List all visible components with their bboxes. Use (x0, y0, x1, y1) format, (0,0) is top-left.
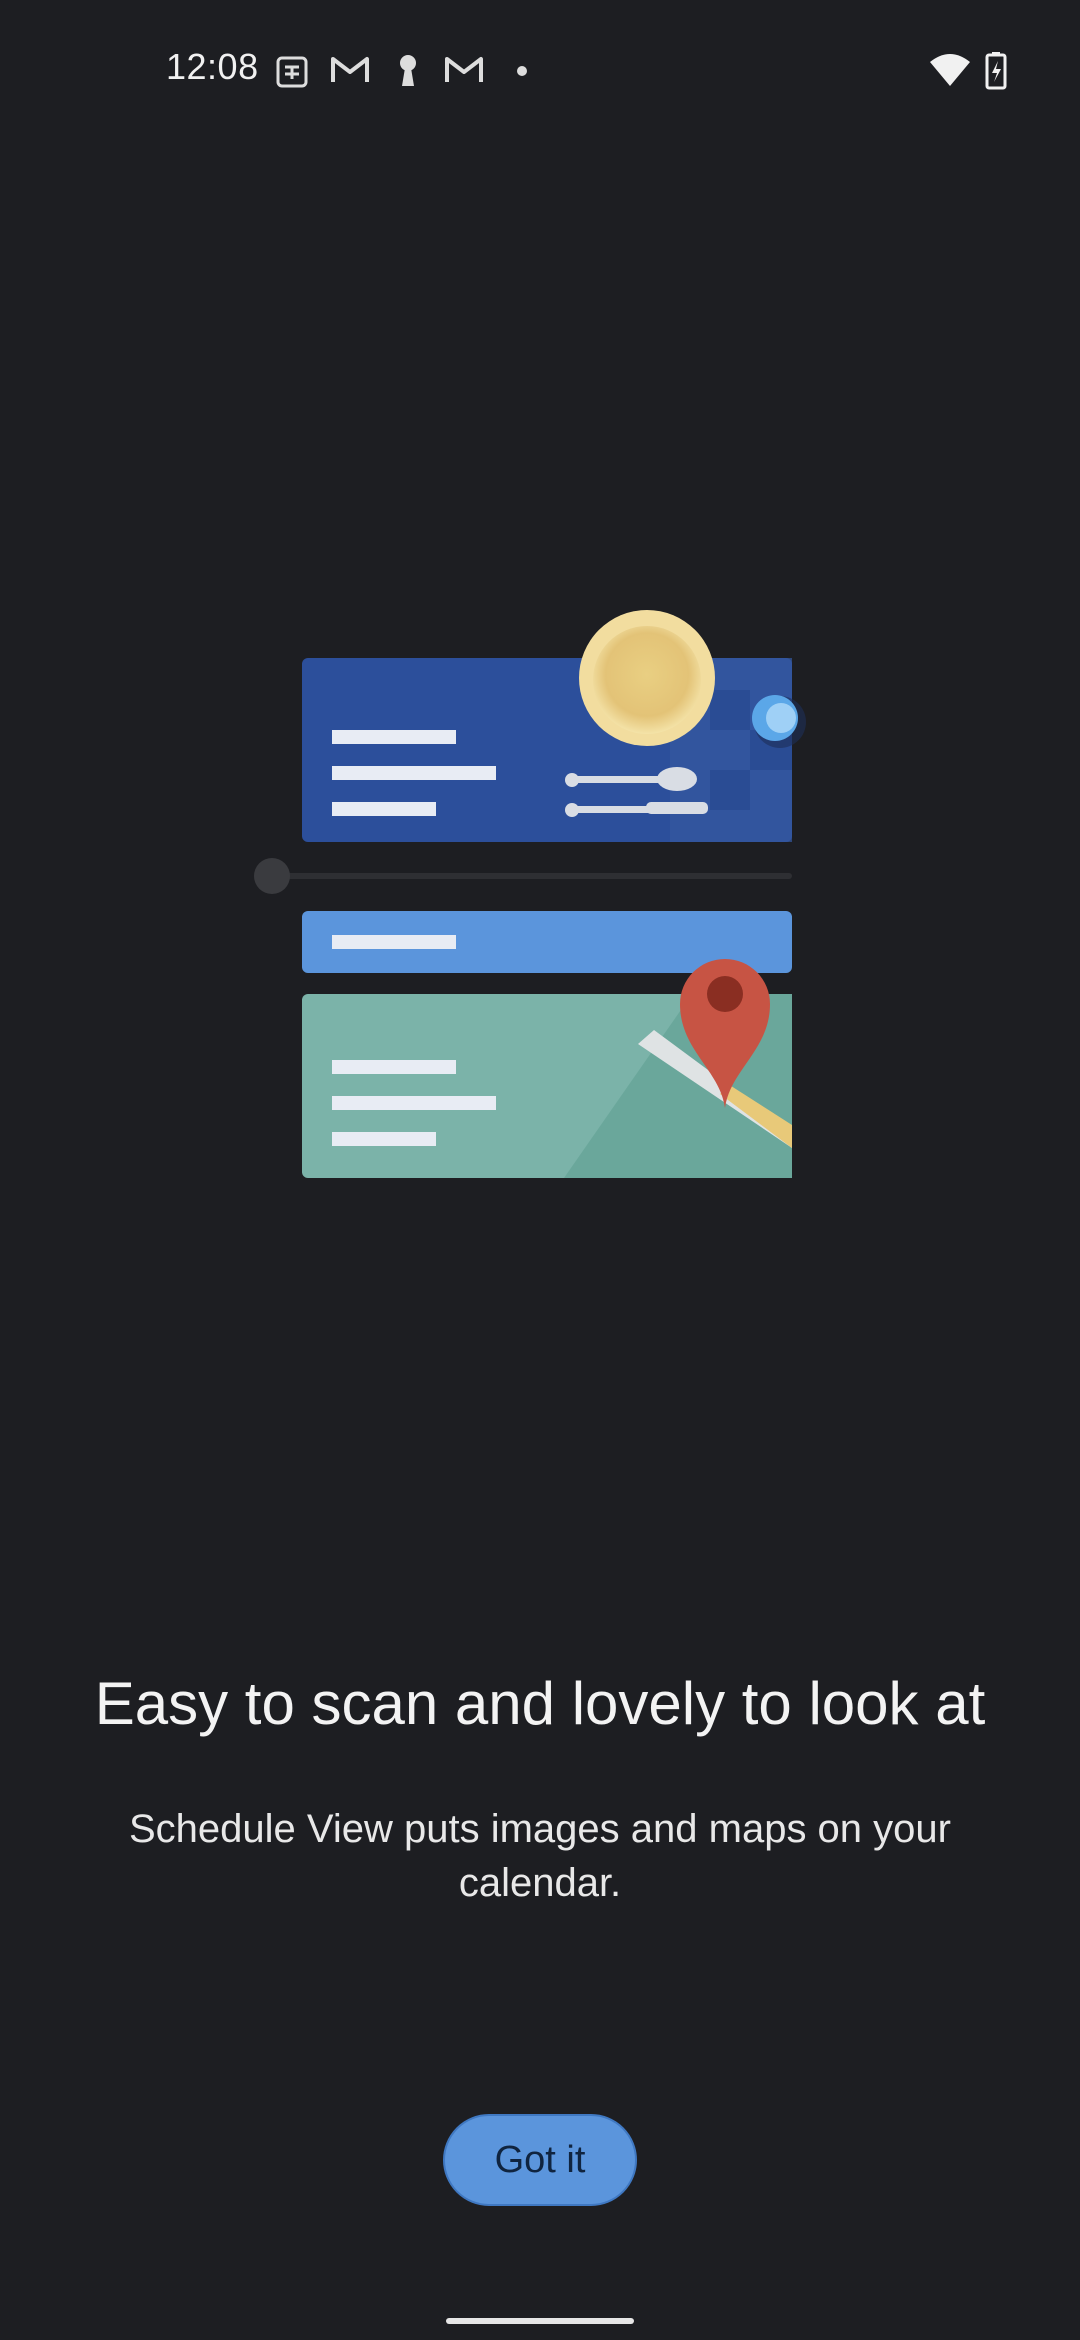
gmail-icon (328, 50, 372, 90)
dot-icon (512, 50, 532, 90)
got-it-button[interactable]: Got it (443, 2114, 637, 2206)
status-time: 12:08 (166, 46, 259, 87)
keyhole-icon (388, 50, 428, 90)
plate-icon (579, 610, 715, 746)
schedule-view-illustration (250, 600, 830, 1200)
battery-charging-icon (984, 50, 1008, 90)
gmail-icon (442, 50, 486, 90)
calendar-notification-icon (272, 50, 312, 90)
page-title: Easy to scan and lovely to look at (94, 1670, 986, 1737)
food-event-card (302, 658, 792, 842)
status-bar: 12:08 (0, 0, 1080, 140)
timeline-divider (254, 858, 792, 894)
wifi-icon (928, 50, 972, 90)
gesture-navigation-handle[interactable] (446, 2318, 634, 2324)
page-description: Schedule View puts images and maps on yo… (129, 1807, 951, 1905)
